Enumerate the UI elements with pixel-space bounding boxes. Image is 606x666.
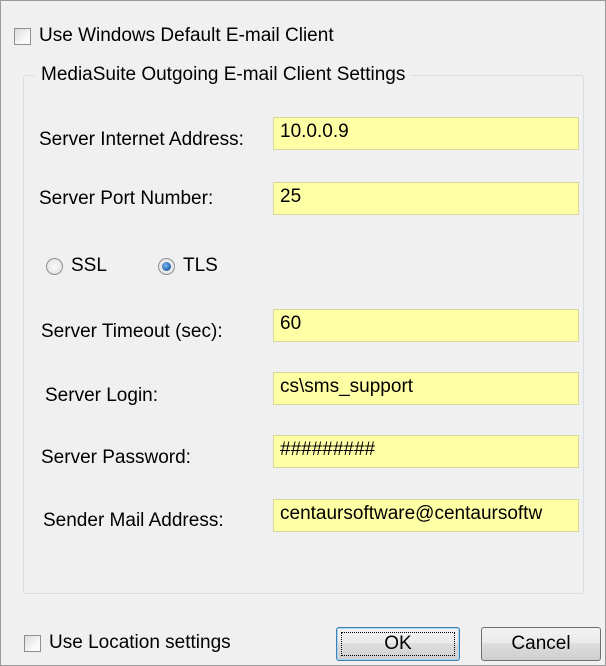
dialog: Use Windows Default E-mail Client MediaS… [0,0,606,666]
use-location-checkbox[interactable] [24,635,41,652]
cancel-button-label: Cancel [511,633,571,654]
use-default-client-label[interactable]: Use Windows Default E-mail Client [39,25,334,47]
server-port-label: Server Port Number: [39,188,214,209]
sender-input[interactable]: centaursoftware@centaursoftw [273,499,579,532]
groupbox-title: MediaSuite Outgoing E-mail Client Settin… [35,64,412,86]
timeout-label: Server Timeout (sec): [41,321,223,342]
ok-focus-ring [341,632,455,656]
ssl-radio[interactable] [46,258,63,275]
tls-label[interactable]: TLS [183,255,218,277]
tls-radio[interactable] [158,258,175,275]
server-port-input[interactable]: 25 [273,182,579,215]
server-address-label: Server Internet Address: [39,129,244,150]
ssl-label[interactable]: SSL [71,255,107,277]
cancel-button[interactable]: Cancel [481,627,601,661]
ok-button[interactable]: OK [336,627,460,661]
sender-label: Sender Mail Address: [43,510,224,531]
use-location-label[interactable]: Use Location settings [49,632,231,654]
password-input[interactable]: ######### [273,435,579,468]
login-label: Server Login: [45,385,159,406]
tls-radio-selected-dot [162,262,171,271]
server-address-input[interactable]: 10.0.0.9 [273,117,579,150]
password-label: Server Password: [41,447,191,468]
timeout-input[interactable]: 60 [273,309,579,342]
use-default-client-checkbox[interactable] [14,28,31,45]
login-input[interactable]: cs\sms_support [273,372,579,405]
